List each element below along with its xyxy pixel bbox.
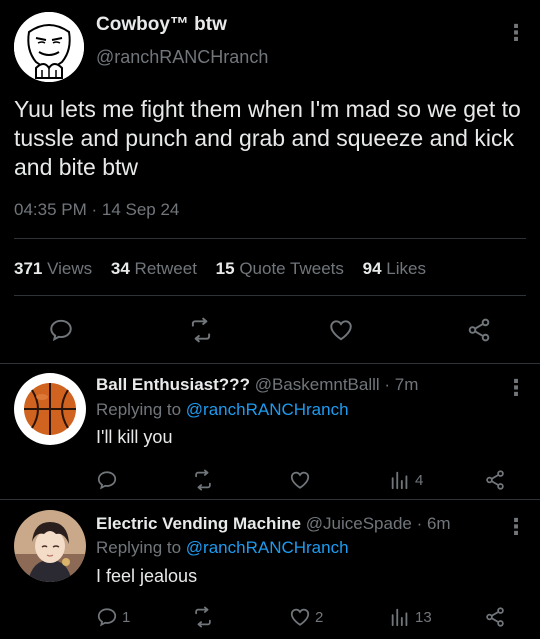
more-vertical-icon[interactable]: ⋮ — [505, 516, 527, 538]
retweet-button[interactable] — [192, 606, 218, 628]
replying-to-handle[interactable]: @ranchRANCHranch — [186, 400, 349, 419]
basketball-avatar[interactable] — [14, 373, 86, 445]
likes-stat[interactable]: 94 Likes — [363, 259, 426, 278]
anime-character-icon — [14, 510, 86, 582]
share-icon — [468, 318, 490, 342]
views-stat[interactable]: 371 Views — [14, 259, 92, 278]
retweet-button[interactable] — [192, 469, 218, 491]
reply-button[interactable]: 1 — [96, 606, 130, 628]
share-button[interactable] — [466, 317, 492, 343]
author-avatar[interactable] — [14, 12, 84, 82]
replying-to: Replying to @ranchRANCHranch — [96, 538, 349, 557]
reply-display-name[interactable]: Electric Vending Machine — [96, 514, 301, 533]
reply-handle[interactable]: @JuiceSpade — [306, 514, 412, 533]
views-button[interactable]: 13 — [389, 606, 432, 628]
heart-icon — [290, 471, 310, 489]
quote-tweets-stat[interactable]: 15 Quote Tweets — [216, 259, 344, 278]
basketball-icon — [14, 373, 86, 445]
views-button[interactable]: 4 — [389, 469, 423, 491]
bar-chart-icon — [391, 471, 408, 490]
like-button[interactable]: 2 — [289, 606, 323, 628]
anime-character-avatar[interactable] — [14, 510, 86, 582]
tweet-timestamp[interactable]: 04:35 PM · 14 Sep 24 — [14, 200, 179, 220]
reply-display-name[interactable]: Ball Enthusiast??? — [96, 375, 250, 394]
reply-time[interactable]: · 7m — [384, 375, 418, 394]
divider — [14, 238, 526, 239]
retweet-icon — [195, 469, 211, 491]
share-icon — [486, 470, 504, 490]
reply-tweet[interactable]: Ball Enthusiast??? @BaskemntBalll · 7m ⋮… — [0, 364, 540, 499]
retweet-icon — [195, 606, 211, 628]
author-display-name[interactable]: Cowboy™ btw — [96, 14, 227, 36]
reply-header: Ball Enthusiast??? @BaskemntBalll · 7m — [96, 375, 418, 395]
retweet-stat[interactable]: 34 Retweet — [111, 259, 197, 278]
tweet-text: Yuu lets me fight them when I'm mad so w… — [14, 96, 521, 180]
reply-text: I'll kill you — [96, 427, 173, 447]
reply-actions: 4 — [0, 466, 540, 494]
tweet-actions — [0, 312, 540, 348]
reply-button[interactable] — [48, 317, 74, 343]
reply-icon — [97, 608, 117, 627]
bar-chart-icon — [391, 608, 408, 627]
reply-tweet[interactable]: Electric Vending Machine @JuiceSpade · 6… — [0, 500, 540, 639]
share-button[interactable] — [484, 469, 506, 491]
reply-icon — [97, 471, 117, 490]
replying-to: Replying to @ranchRANCHranch — [96, 400, 349, 419]
more-vertical-icon[interactable]: ⋮ — [505, 22, 527, 44]
main-tweet: Cowboy™ btw @ranchRANCHranch ⋮ Yuu lets … — [0, 0, 540, 363]
reply-header: Electric Vending Machine @JuiceSpade · 6… — [96, 514, 451, 534]
like-button[interactable] — [289, 469, 315, 491]
reply-text: I feel jealous — [96, 566, 198, 586]
divider — [14, 295, 526, 296]
more-vertical-icon[interactable]: ⋮ — [505, 377, 527, 399]
reply-button[interactable] — [96, 469, 122, 491]
like-button[interactable] — [328, 317, 354, 343]
replying-to-handle[interactable]: @ranchRANCHranch — [186, 538, 349, 557]
heart-icon — [290, 608, 310, 626]
share-button[interactable] — [484, 606, 506, 628]
reply-icon — [50, 319, 72, 342]
share-icon — [486, 607, 504, 627]
heart-icon — [330, 320, 352, 341]
reply-handle[interactable]: @BaskemntBalll — [255, 375, 380, 394]
troll-face-icon — [14, 12, 84, 82]
reply-actions: 1 2 13 — [0, 603, 540, 631]
retweet-icon — [191, 317, 211, 343]
tweet-stats: 371 Views 34 Retweet 15 Quote Tweets 94 … — [14, 259, 440, 279]
retweet-button[interactable] — [188, 317, 214, 343]
reply-time[interactable]: · 6m — [417, 514, 451, 533]
author-handle[interactable]: @ranchRANCHranch — [96, 47, 268, 68]
